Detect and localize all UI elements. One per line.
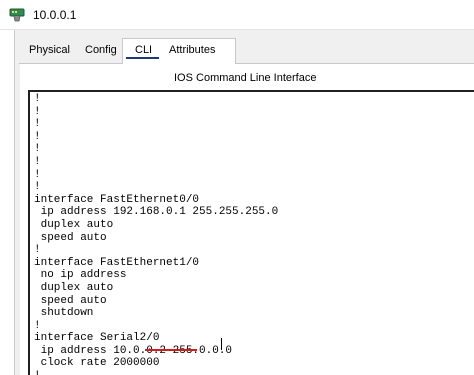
cli-line: speed auto (34, 231, 107, 244)
cli-line: ! (34, 118, 41, 131)
cli-output: ! ! ! ! ! ! ! ! interface FastEthernet0/… (34, 93, 278, 375)
cli-line: ! (34, 319, 41, 332)
cli-line: interface Serial2/0 (34, 332, 160, 345)
title-bar: 10.0.0.1 (0, 0, 474, 30)
cli-line: ! (34, 244, 41, 257)
cli-line: ! (34, 105, 41, 118)
cli-line: shutdown (34, 307, 94, 320)
tab-cli[interactable]: CLI (135, 44, 152, 56)
tab-config[interactable]: Config (85, 44, 117, 56)
cli-line: interface FastEthernet1/0 (34, 256, 200, 269)
cli-line: ip address 10.0.0.2 255.0.0.0 (34, 344, 233, 357)
cli-line: clock rate 2000000 (34, 357, 160, 370)
window-title: 10.0.0.1 (33, 8, 77, 22)
cli-line: speed auto (34, 294, 107, 307)
tab-bar: Physical Config CLI Attributes (19, 38, 474, 64)
cli-line: ip address 192.168.0.1 255.255.255.0 (34, 206, 279, 219)
panel-heading: IOS Command Line Interface (174, 72, 317, 84)
cli-line: ! (34, 370, 278, 375)
cli-line: no ip address (34, 269, 127, 282)
router-icon (9, 8, 25, 22)
cli-terminal[interactable]: ! ! ! ! ! ! ! ! interface FastEthernet0/… (28, 90, 474, 375)
active-tab-indicator (126, 57, 159, 59)
cli-line: interface FastEthernet0/0 (34, 193, 200, 206)
tab-physical[interactable]: Physical (29, 44, 70, 56)
cli-line: ! (34, 155, 41, 168)
cli-line: ! (34, 168, 41, 181)
cli-line: ! (34, 93, 41, 105)
cli-line: ! (34, 143, 41, 156)
cli-line: duplex auto (34, 218, 114, 231)
tab-attributes[interactable]: Attributes (169, 44, 215, 56)
cli-line: ! (34, 130, 41, 143)
annotation-underline (145, 349, 197, 351)
cli-line: duplex auto (34, 281, 114, 294)
cli-line: ! (34, 181, 41, 194)
text-cursor (221, 338, 222, 350)
